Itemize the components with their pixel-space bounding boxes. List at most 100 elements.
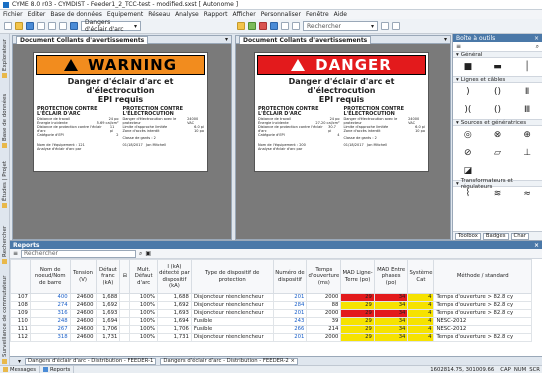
close-icon[interactable]: ▾ xyxy=(444,36,447,43)
tab-char[interactable]: Char xyxy=(510,232,529,240)
col-opening-time[interactable]: Temps d'ouverture (ms) xyxy=(306,259,342,294)
node-icon[interactable]: ■ xyxy=(462,61,474,73)
doc-tab-feeder-2[interactable]: Dangers d'éclair d'arc - Distribution - … xyxy=(160,357,298,365)
tab-badges[interactable]: Badges xyxy=(482,232,509,240)
tab-toolbox[interactable]: Toolbox xyxy=(455,232,481,240)
tab-rechercher[interactable]: Rechercher xyxy=(1,216,9,264)
wind-icon[interactable]: ⊕ xyxy=(521,129,533,141)
overhead-line-icon[interactable]: )( xyxy=(462,104,474,116)
table-row[interactable]: 109 316 24600 1,693 100% 1,693 Disjoncteur rée… xyxy=(10,309,532,318)
bus-icon[interactable]: ▬ xyxy=(491,61,503,73)
chevron-down-icon[interactable]: ▾ xyxy=(18,358,21,365)
col-method[interactable]: Méthode / standard xyxy=(433,259,532,294)
search-input[interactable]: Rechercher ▾ xyxy=(303,21,378,31)
table-cell: 29 xyxy=(340,293,375,302)
col-device-number[interactable]: Numéro de dispositif xyxy=(272,259,308,294)
duct-icon[interactable]: Ⅲ xyxy=(521,104,533,116)
regulator-icon[interactable]: ≋ xyxy=(491,188,503,200)
group-transformers[interactable]: ▾ Transformateurs et régulateurs xyxy=(453,178,542,190)
search-icon[interactable] xyxy=(381,22,389,30)
battery-icon[interactable]: ⊥ xyxy=(521,147,533,159)
close-icon[interactable]: × xyxy=(290,358,294,364)
col-mad-lg[interactable]: MAD Ligne-Terre (po) xyxy=(340,259,375,294)
table-row[interactable]: 110 248 24600 1,694 100% 1,694 Fusible 243 39 29 3… xyxy=(10,317,532,326)
motor-icon[interactable]: ⊘ xyxy=(462,147,474,159)
grid-icon[interactable] xyxy=(281,22,289,30)
filter-icon[interactable]: ⊟ xyxy=(119,259,131,294)
group-lines[interactable]: ▾ Lignes et câbles xyxy=(453,76,542,83)
doc-tab-2[interactable]: Document Collants d'avertissements xyxy=(239,35,372,44)
reports-tab[interactable]: Reports xyxy=(40,365,75,373)
menu-editer[interactable]: Editer xyxy=(28,11,46,18)
export-icon[interactable]: ▣ xyxy=(145,250,151,257)
tab-base-de-donnees[interactable]: Base de données xyxy=(1,86,9,148)
highlight-icon[interactable] xyxy=(237,22,245,30)
menu-rapport[interactable]: Rapport xyxy=(204,11,228,18)
source-icon[interactable]: ◎ xyxy=(462,129,474,141)
tab-surveillance[interactable]: Surveillance de commutateur xyxy=(1,274,9,364)
undo-icon[interactable] xyxy=(37,22,45,30)
table-row[interactable]: 111 267 24600 1,706 100% 1,706 Fusible 266 214 29… xyxy=(10,325,532,334)
zoom-icon[interactable] xyxy=(70,22,78,30)
table-cell: 1,688 xyxy=(157,293,192,302)
redo-icon[interactable] xyxy=(48,22,56,30)
open-folder-icon[interactable] xyxy=(15,22,23,30)
col-node[interactable]: Nom de noeud/Nom de barre xyxy=(29,259,71,294)
menu-reseau[interactable]: Réseau xyxy=(148,11,170,18)
table-row[interactable]: 107 400 24600 1,688 100% 1,688 Disjoncteur rée… xyxy=(10,293,532,302)
table-cell: 1,688 xyxy=(95,293,121,302)
col-mad-ll[interactable]: MAD Entre phases (po) xyxy=(373,259,409,294)
menu-icon[interactable]: ≡ xyxy=(456,43,461,50)
transformer-icon[interactable]: ⌇ xyxy=(462,188,474,200)
close-icon[interactable]: ▾ xyxy=(225,36,228,43)
menu-icon[interactable]: ≡ xyxy=(13,250,18,257)
doc-tab-1[interactable]: Document Collants d'avertissements xyxy=(16,35,149,44)
menu-personnaliser[interactable]: Personnaliser xyxy=(261,11,301,18)
menu-afficher[interactable]: Afficher xyxy=(233,11,256,18)
table-row[interactable]: 112 318 24600 1,731 100% 1,731 Disjoncteur rée… xyxy=(10,333,532,342)
close-icon[interactable]: × xyxy=(534,242,539,249)
col-device-type[interactable]: Type de dispositif de protection xyxy=(190,259,274,294)
col-cat[interactable]: Système Cat xyxy=(407,259,435,294)
reports-search-input[interactable]: Rechercher xyxy=(21,249,137,258)
menu-base-de-donnees[interactable]: Base de données xyxy=(50,11,102,18)
generator-icon[interactable]: ⊗ xyxy=(491,129,503,141)
layers-icon[interactable] xyxy=(292,22,300,30)
pv-icon[interactable]: ▱ xyxy=(491,147,503,159)
doc-tab-feeder-1[interactable]: Dangers d'éclair d'arc - Distribution - … xyxy=(25,357,157,365)
analysis-combo[interactable]: Dangers d'éclair d'arc ▾ xyxy=(81,19,141,33)
messages-tab[interactable]: Messages xyxy=(0,365,40,373)
table-cell: 24600 xyxy=(69,309,97,318)
menu-aide[interactable]: Aide xyxy=(334,11,347,18)
close-icon[interactable]: × xyxy=(534,35,539,42)
menu-analyse[interactable]: Analyse xyxy=(175,11,199,18)
new-file-icon[interactable] xyxy=(4,22,12,30)
cable-icon[interactable]: () xyxy=(491,86,503,98)
busway-icon[interactable]: Ⅱ xyxy=(521,86,533,98)
search-icon[interactable]: ⌕ xyxy=(139,250,142,258)
run-icon[interactable] xyxy=(248,22,256,30)
autotransformer-icon[interactable]: ≈ xyxy=(521,188,533,200)
stop-icon[interactable] xyxy=(259,22,267,30)
tab-etudes-projet[interactable]: Études | Projet xyxy=(1,156,9,208)
line-icon[interactable]: ) xyxy=(462,86,474,98)
inverter-icon[interactable]: ◪ xyxy=(462,165,474,177)
table-row[interactable]: 108 274 24600 1,692 100% 1,692 Disjoncteur rée… xyxy=(10,301,532,310)
underground-icon[interactable]: () xyxy=(491,104,503,116)
print-icon[interactable] xyxy=(59,22,67,30)
menu-fenetre[interactable]: Fenêtre xyxy=(306,11,329,18)
col-arc-mult[interactable]: Mult. Défaut d'arc xyxy=(129,259,159,294)
menu-equipement[interactable]: Equipement xyxy=(107,11,143,18)
group-general[interactable]: ▾ Général xyxy=(453,51,542,58)
col-bolted-fault[interactable]: Défaut franc (kA) xyxy=(95,259,121,294)
tab-explorateur[interactable]: Explorateur xyxy=(1,38,9,78)
save-icon[interactable] xyxy=(26,22,34,30)
col-voltage[interactable]: Tension (V) xyxy=(69,259,97,294)
group-sources[interactable]: ▾ Sources et génératrices xyxy=(453,119,542,126)
search-icon[interactable]: ⌕ xyxy=(536,43,539,51)
spot-icon[interactable]: │ xyxy=(521,61,533,73)
report-icon[interactable] xyxy=(270,22,278,30)
menu-fichier[interactable]: Fichier xyxy=(3,11,23,18)
col-detected-current[interactable]: I (kA) détecté par dispositif (kA) xyxy=(157,259,192,294)
settings-icon[interactable] xyxy=(392,22,400,30)
